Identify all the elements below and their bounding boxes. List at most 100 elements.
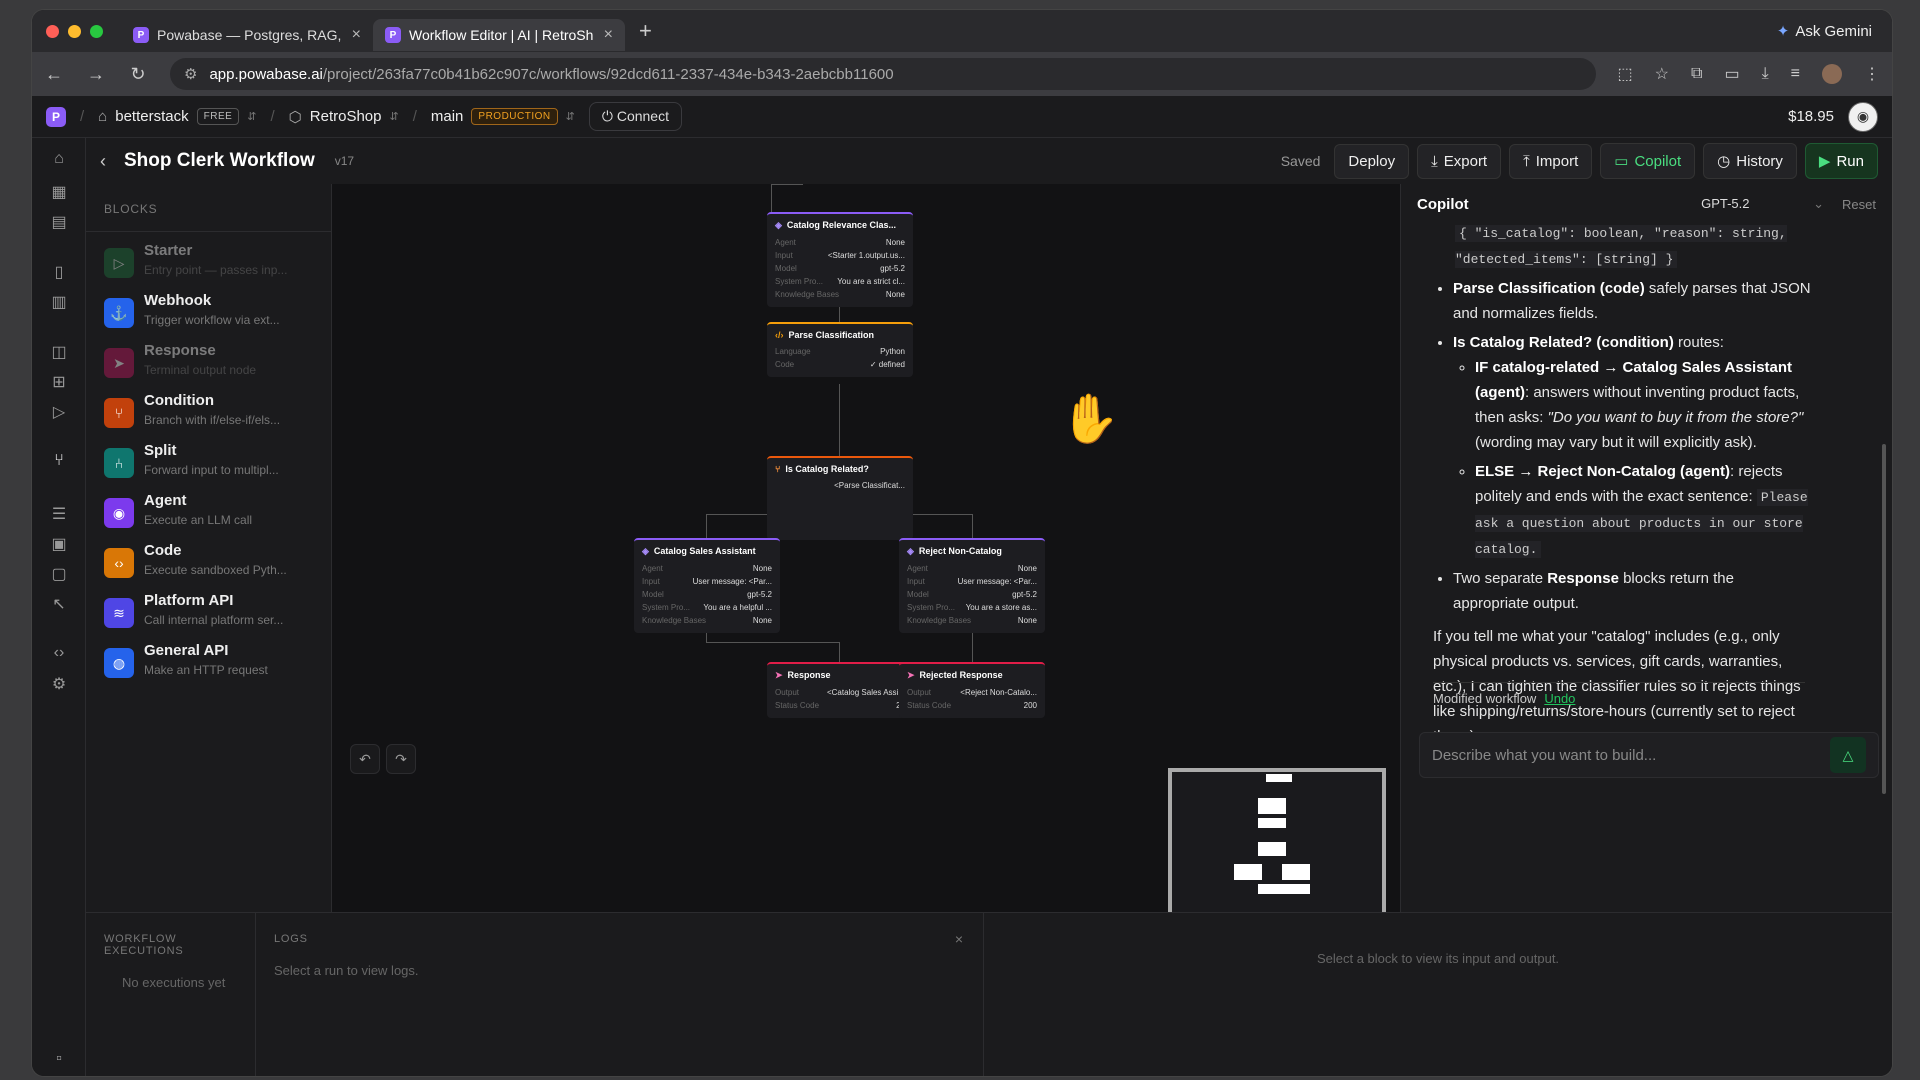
close-window-button[interactable] bbox=[46, 24, 59, 38]
scrollbar[interactable] bbox=[1882, 444, 1886, 794]
back-arrow-icon[interactable]: ← bbox=[44, 64, 64, 85]
install-app-icon[interactable]: ⬚ bbox=[1618, 64, 1633, 84]
redo-icon[interactable]: ↷ bbox=[386, 744, 416, 774]
node-reject-non-catalog[interactable]: ◈ Reject Non-Catalog Agent None Input User m… bbox=[899, 538, 1045, 633]
block-item[interactable]: ⚓ Webhook Trigger workflow via ext... bbox=[104, 292, 324, 336]
agent-icon: ◈ bbox=[907, 546, 914, 556]
powabase-logo[interactable]: P bbox=[46, 106, 66, 127]
home-icon[interactable]: ⌂ bbox=[32, 150, 86, 168]
io-column: Select a block to view its input and out… bbox=[984, 913, 1892, 1076]
minimap[interactable] bbox=[1168, 768, 1386, 928]
tab-title: Powabase — Postgres, RAG, A bbox=[157, 27, 344, 43]
maximize-window-button[interactable] bbox=[90, 24, 103, 38]
bookmark-star-icon[interactable]: ☆ bbox=[1655, 64, 1669, 84]
storage-icon[interactable]: ▢ bbox=[32, 564, 86, 584]
block-item[interactable]: ⑃ Split Forward input to multipl... bbox=[104, 442, 324, 486]
block-item[interactable]: ◍ General API Make an HTTP request bbox=[104, 642, 324, 686]
close-tab-icon[interactable]: × bbox=[604, 26, 613, 44]
block-item[interactable]: ⑂ Condition Branch with if/else-if/els... bbox=[104, 392, 324, 436]
code-brackets-icon[interactable]: ‹› bbox=[32, 644, 86, 662]
node-field-row: Input User message: <Par... bbox=[642, 575, 772, 588]
send-icon[interactable]: △ bbox=[1830, 737, 1866, 773]
copilot-input[interactable]: Describe what you want to build... △ bbox=[1419, 732, 1879, 778]
cursor-icon[interactable]: ↖ bbox=[32, 594, 86, 614]
user-account-icon[interactable]: ◉ bbox=[1848, 101, 1878, 132]
agents-robot-icon[interactable]: ◫ bbox=[32, 342, 86, 362]
workflows-branch-icon[interactable]: ⑂ bbox=[32, 446, 86, 476]
model-selector[interactable]: GPT-5.2 ⌄ bbox=[1701, 196, 1824, 212]
forward-arrow-icon[interactable]: → bbox=[86, 64, 106, 85]
org-selector[interactable]: ⌂ betterstack FREE ⇵ bbox=[98, 108, 257, 125]
undo-icon[interactable]: ↶ bbox=[350, 744, 380, 774]
project-selector[interactable]: ⬡ RetroShop ⇵ bbox=[289, 108, 399, 126]
browser-tab-powabase[interactable]: P Powabase — Postgres, RAG, A × bbox=[121, 19, 373, 51]
collapse-sidebar-icon[interactable]: ▫ bbox=[32, 1050, 86, 1068]
close-icon[interactable]: × bbox=[955, 931, 963, 947]
run-button[interactable]: ▶ Run bbox=[1804, 143, 1878, 179]
node-field-row: Agent None bbox=[907, 562, 1037, 575]
database-icon[interactable]: ☰ bbox=[32, 504, 86, 524]
table-editor-icon[interactable]: ▦ bbox=[32, 182, 86, 202]
sql-editor-icon[interactable]: ▤ bbox=[32, 212, 86, 232]
media-control-icon[interactable]: ≡ bbox=[1791, 65, 1800, 83]
block-name: Agent bbox=[144, 492, 187, 509]
history-button[interactable]: ◷ History bbox=[1703, 143, 1797, 179]
node-field-row: Knowledge Bases None bbox=[775, 288, 905, 301]
list-item: Parse Classification (code) safely parse… bbox=[1453, 276, 1813, 326]
workflow-canvas[interactable]: ◈ Catalog Relevance Clas... Agent None Inpu… bbox=[332, 184, 1400, 928]
block-item[interactable]: ◉ Agent Execute an LLM call bbox=[104, 492, 324, 536]
run-play-icon[interactable]: ▷ bbox=[32, 402, 86, 422]
lock-icon[interactable]: ▣ bbox=[32, 534, 86, 554]
undo-link[interactable]: Undo bbox=[1544, 691, 1575, 706]
knowledge-book-icon[interactable]: ▥ bbox=[32, 292, 86, 312]
field-value: gpt-5.2 bbox=[747, 590, 772, 599]
close-tab-icon[interactable]: × bbox=[352, 26, 361, 44]
node-catalog-sales-assistant[interactable]: ◈ Catalog Sales Assistant Agent None Input U… bbox=[634, 538, 780, 633]
block-item[interactable]: ➤ Response Terminal output node bbox=[104, 342, 324, 386]
url-path: /project/263fa77c0b41b62c907c/workflows/… bbox=[322, 65, 894, 83]
field-value: Python bbox=[880, 347, 905, 356]
clock-icon: ◷ bbox=[1717, 153, 1731, 170]
split-view-icon[interactable]: ▭ bbox=[1724, 64, 1739, 84]
connect-button[interactable]: ⏻ Connect bbox=[588, 102, 682, 131]
block-item[interactable]: ▷ Starter Entry point — passes inp... bbox=[104, 242, 324, 286]
url-bar[interactable]: ⚙ app.powabase.ai/project/263fa77c0b41b6… bbox=[170, 58, 1596, 90]
block-item[interactable]: ≋ Platform API Call internal platform ser.… bbox=[104, 592, 324, 636]
minimize-window-button[interactable] bbox=[68, 24, 81, 38]
upload-icon: ⤒ bbox=[1523, 152, 1530, 170]
integrations-icon[interactable]: ⊞ bbox=[32, 372, 86, 392]
reload-icon[interactable]: ↻ bbox=[128, 64, 148, 85]
site-info-icon[interactable]: ⚙ bbox=[184, 65, 197, 83]
export-button[interactable]: ⤓ Export bbox=[1417, 143, 1502, 179]
extensions-icon[interactable]: ⧉ bbox=[1691, 65, 1702, 83]
reset-button[interactable]: Reset bbox=[1842, 197, 1876, 212]
branch-selector[interactable]: main PRODUCTION ⇵ bbox=[431, 108, 575, 125]
copilot-panel: Copilot GPT-5.2 ⌄ Reset { "is_catalog": … bbox=[1400, 184, 1892, 912]
node-title: Reject Non-Catalog bbox=[918, 546, 1002, 556]
copilot-button[interactable]: ▭ Copilot bbox=[1600, 143, 1696, 179]
import-button[interactable]: ⤒ Import bbox=[1509, 143, 1593, 179]
profile-avatar[interactable] bbox=[1822, 64, 1842, 84]
node-catalog-relevance-classifier[interactable]: ◈ Catalog Relevance Clas... Agent None Inpu… bbox=[767, 212, 913, 307]
documents-icon[interactable]: ▯ bbox=[32, 262, 86, 282]
node-response[interactable]: ➤ Response Output <Catalog Sales Assi... St… bbox=[767, 662, 913, 718]
browser-menu-icon[interactable]: ⋮ bbox=[1864, 64, 1880, 84]
browser-tab-workflow-editor[interactable]: P Workflow Editor | AI | RetroSh × bbox=[373, 19, 625, 51]
edge bbox=[706, 514, 707, 538]
download-icon[interactable]: ⤓ bbox=[1762, 65, 1769, 83]
new-tab-button[interactable]: + bbox=[639, 18, 652, 44]
window-controls bbox=[46, 24, 103, 38]
node-rejected-response[interactable]: ➤ Rejected Response Output <Reject Non-Cat… bbox=[899, 662, 1045, 718]
node-parse-classification[interactable]: ‹/› Parse Classification Language Python Co… bbox=[767, 322, 913, 377]
back-chevron-icon[interactable]: ‹ bbox=[100, 151, 106, 172]
ask-gemini-button[interactable]: ✦ Ask Gemini bbox=[1777, 22, 1872, 41]
chevron-updown-icon: ⇵ bbox=[247, 111, 257, 123]
field-value: None bbox=[885, 290, 905, 299]
block-description: Forward input to multipl... bbox=[144, 463, 279, 477]
settings-gear-icon[interactable]: ⚙ bbox=[32, 674, 86, 694]
save-status: Saved bbox=[1280, 153, 1321, 169]
deploy-button[interactable]: Deploy bbox=[1334, 143, 1410, 179]
branch-icon: ⑂ bbox=[104, 398, 134, 428]
block-item[interactable]: ‹› Code Execute sandboxed Pyth... bbox=[104, 542, 324, 586]
node-is-catalog-related[interactable]: ⑂ Is Catalog Related? <Parse Classificat.… bbox=[767, 456, 913, 540]
